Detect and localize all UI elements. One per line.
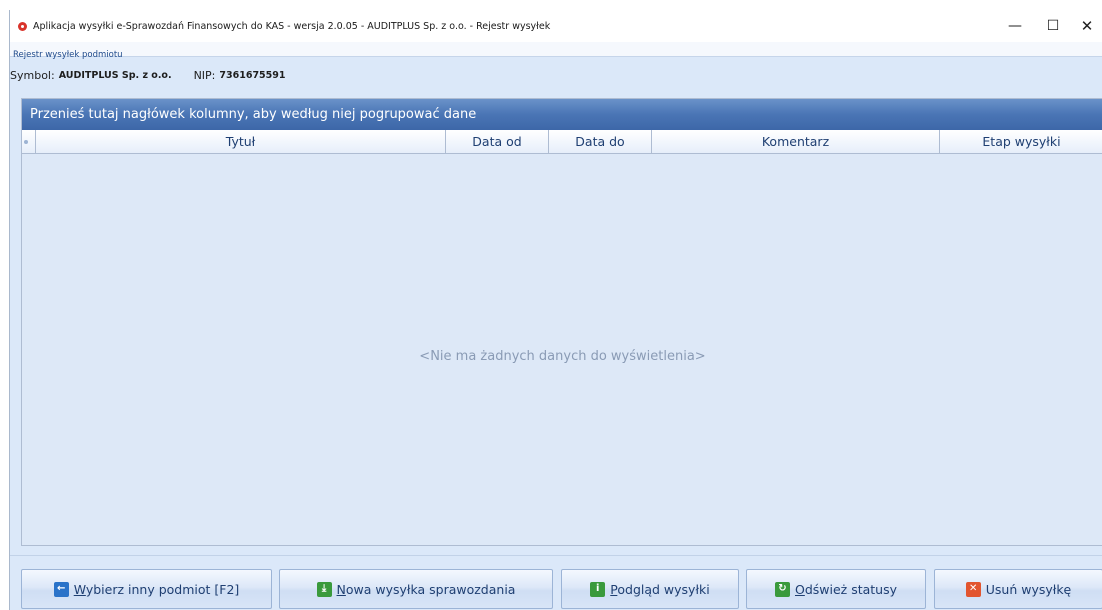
group-panel[interactable]: Przenieś tutaj nagłówek kolumny, aby wed… [22,99,1102,130]
data-grid: Przenieś tutaj nagłówek kolumny, aby wed… [21,98,1102,546]
choose-entity-button[interactable]: ← Wybierz inny podmiot [F2] [21,569,272,609]
new-submission-button[interactable]: ⤓ Nowa wysyłka sprawozdania [279,569,553,609]
refresh-icon: ↻ [774,581,790,597]
window-title: Aplikacja wysyłki e-Sprawozdań Finansowy… [33,20,551,32]
new-submission-label: owa wysyłka sprawozdania [345,581,516,597]
indicator-dot-icon [24,139,28,144]
delete-icon: ✕ [965,581,981,597]
accel-o: O [794,581,805,597]
column-header-data-od[interactable]: Data od [446,130,549,153]
title-bar: Aplikacja wysyłki e-Sprawozdań Finansowy… [10,10,1102,42]
empty-grid-message: <Nie ma żadnych danych do wyświetlenia> [419,349,706,364]
accel-n: N [336,581,346,597]
menu-item-rejestr[interactable]: Rejestr wysyłek podmiotu [10,48,123,62]
symbol-label: Symbol: [10,68,55,82]
grid-header-row: Tytuł Data od Data do Komentarz Etap wys… [22,130,1102,154]
delete-submission-button[interactable]: ✕ Usuń wysyłkę [934,569,1102,609]
bottom-toolbar: ← Wybierz inny podmiot [F2] ⤓ Nowa wysył… [10,555,1102,610]
column-header-tytul[interactable]: Tytuł [36,130,446,153]
refresh-statuses-button[interactable]: ↻ Odśwież statusy [746,569,926,609]
close-button[interactable]: ✕ [1072,10,1102,42]
entity-info: Symbol: AUDITPLUS Sp. z o.o. NIP: 736167… [10,65,286,85]
column-header-etap-wysylki[interactable]: Etap wysyłki [940,130,1102,153]
app-window: Aplikacja wysyłki e-Sprawozdań Finansowy… [9,10,1102,610]
window-controls: — ☐ ✕ [996,10,1102,42]
choose-entity-label: ybierz inny podmiot [F2] [85,581,240,597]
minimize-button[interactable]: — [996,10,1034,42]
app-icon [18,21,27,31]
group-panel-text: Przenieś tutaj nagłówek kolumny, aby wed… [30,107,477,122]
row-indicator-header[interactable] [22,130,36,153]
delete-label: Usuń wysyłkę [985,581,1072,597]
refresh-label: dśwież statusy [804,581,898,597]
nip-label: NIP: [193,68,216,82]
info-icon: i [590,581,606,597]
preview-submission-button[interactable]: i Podgląd wysyłki [561,569,739,609]
accel-w: W [73,581,86,597]
preview-label: odgląd wysyłki [617,581,710,597]
symbol-value: AUDITPLUS Sp. z o.o. [58,69,172,81]
column-header-komentarz[interactable]: Komentarz [652,130,940,153]
menu-strip: Rejestr wysyłek podmiotu [10,42,1102,60]
column-header-data-do[interactable]: Data do [549,130,652,153]
nip-value: 7361675591 [219,69,286,81]
maximize-button[interactable]: ☐ [1034,10,1072,42]
download-icon: ⤓ [316,581,332,597]
arrow-left-icon: ← [53,581,69,597]
